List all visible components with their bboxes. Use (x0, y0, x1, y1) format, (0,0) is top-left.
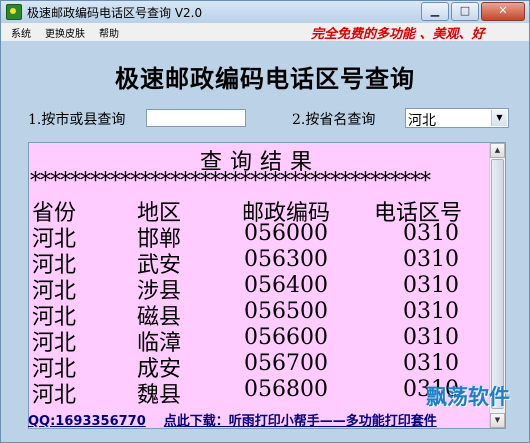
cell-area-code: 0310 (403, 273, 459, 298)
cell-region: 魏县 (137, 383, 182, 408)
app-icon (6, 4, 22, 20)
cell-postcode: 056700 (244, 351, 328, 376)
cell-area-code: 0310 (403, 351, 459, 376)
scrolling-banner: 完全免费的多功能 、美观、好 (311, 27, 485, 42)
table-row: 河北 魏县 056800 0310 (29, 377, 491, 408)
cell-province: 河北 (32, 383, 77, 408)
window-title: 极速邮政编码电话区号查询 V2.0 (27, 5, 203, 20)
table-row: 河北 涉县 056400 0310 (29, 273, 491, 304)
table-row: 河北 成安 056700 0310 (29, 351, 491, 382)
maximize-button[interactable]: □ (451, 2, 479, 21)
download-link[interactable]: 点此下载：听雨打印小帮手——多功能打印套件 (164, 414, 437, 429)
minimize-icon: ▁ (430, 4, 440, 17)
cell-postcode: 056000 (244, 221, 328, 246)
scroll-up-icon[interactable]: ▲ (490, 143, 505, 158)
province-select-value: 河北 (408, 113, 436, 129)
city-query-input[interactable] (146, 109, 246, 127)
table-row: 河北 武安 056300 0310 (29, 247, 491, 278)
table-row: 河北 邯郸 056000 0310 (29, 221, 491, 252)
menu-system[interactable]: 系统 (11, 25, 31, 40)
app-window: 极速邮政编码电话区号查询 V2.0 ▁ □ ✕ 系统 更换皮肤 帮助 完全免费的… (0, 0, 530, 443)
window-controls: ▁ □ ✕ (421, 2, 525, 21)
cell-postcode: 056300 (244, 247, 328, 272)
cell-postcode: 056500 (244, 299, 328, 324)
close-icon: ✕ (498, 4, 508, 17)
results-content: 查询结果 ***********************************… (29, 143, 491, 428)
table-row: 河北 磁县 056500 0310 (29, 299, 491, 330)
province-select[interactable]: 河北 ▼ (405, 108, 509, 129)
minimize-button[interactable]: ▁ (421, 2, 449, 21)
scroll-down-icon[interactable]: ▼ (490, 413, 505, 428)
cell-area-code: 0310 (403, 325, 459, 350)
cell-postcode: 056600 (244, 325, 328, 350)
title-bar[interactable]: 极速邮政编码电话区号查询 V2.0 ▁ □ ✕ (1, 1, 529, 23)
results-header-row: 省份 地区 邮政编码 电话区号 (29, 195, 491, 226)
menu-bar: 系统 更换皮肤 帮助 完全免费的多功能 、美观、好 (1, 23, 529, 42)
table-row: 河北 临漳 056600 0310 (29, 325, 491, 356)
province-query-label: 2.按省名查询 (292, 112, 376, 128)
qq-link[interactable]: QQ:1693356770 (28, 414, 146, 429)
city-query-label: 1.按市或县查询 (28, 112, 126, 128)
cell-area-code: 0310 (403, 221, 459, 246)
close-button[interactable]: ✕ (481, 2, 525, 21)
watermark-logo: 飘荡软件 (426, 385, 510, 409)
results-separator: **************************************** (30, 169, 431, 194)
cell-postcode: 056800 (244, 377, 328, 402)
menu-change-skin[interactable]: 更换皮肤 (45, 25, 85, 40)
cell-area-code: 0310 (403, 299, 459, 324)
page-title: 极速邮政编码电话区号查询 (115, 64, 415, 93)
maximize-icon: □ (459, 4, 471, 17)
scroll-thumb[interactable] (491, 159, 504, 409)
footer-links: QQ:1693356770 点此下载：听雨打印小帮手——多功能打印套件 (28, 410, 437, 429)
main-panel: 极速邮政编码电话区号查询 1.按市或县查询 2.按省名查询 河北 ▼ 查询结果 … (2, 41, 528, 442)
cell-postcode: 056400 (244, 273, 328, 298)
cell-area-code: 0310 (403, 247, 459, 272)
dropdown-arrow-icon[interactable]: ▼ (491, 110, 507, 126)
menu-help[interactable]: 帮助 (99, 25, 119, 40)
